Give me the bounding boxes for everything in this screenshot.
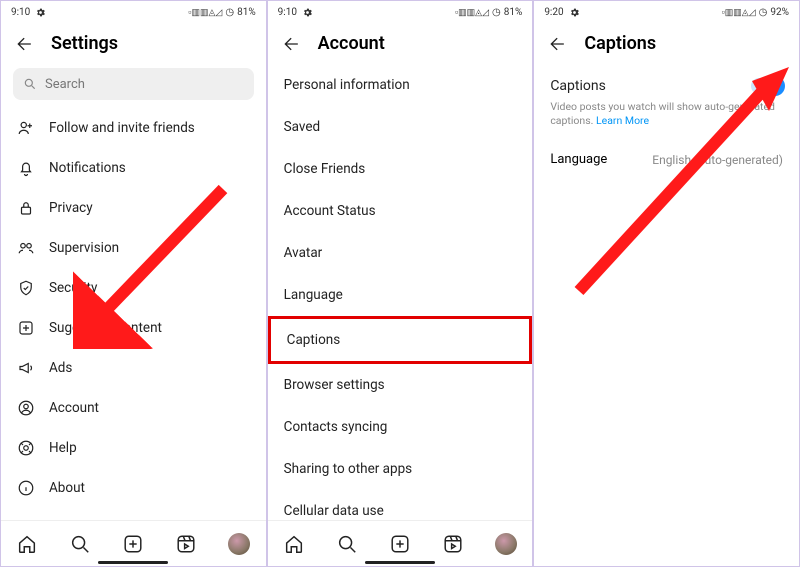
bottom-nav [268, 520, 533, 566]
megaphone-icon [17, 359, 35, 377]
gear-icon [35, 7, 46, 18]
item-cellular-data[interactable]: Cellular data use [268, 490, 533, 520]
captions-description: Video posts you watch will show auto-gen… [534, 100, 799, 142]
settings-list: Follow and invite friends Notifications … [1, 108, 266, 520]
bottom-nav [1, 520, 266, 566]
account-screen: 9:10 ▫▥▥◬◿ ◷ 81% Account Personal inform… [267, 0, 534, 567]
item-privacy[interactable]: Privacy [1, 188, 266, 228]
status-clock-icon: ◷ [225, 7, 234, 18]
gear-icon [569, 7, 580, 18]
page-title: Captions [584, 33, 656, 54]
item-ads[interactable]: Ads [1, 348, 266, 388]
item-sharing-other-apps[interactable]: Sharing to other apps [268, 448, 533, 490]
item-help[interactable]: Help [1, 428, 266, 468]
settings-screen: 9:10 ▫▥▥◬◿ ◷ 81% Settings Search Follow … [0, 0, 267, 567]
item-label: Help [49, 440, 77, 456]
nav-reels-icon[interactable] [442, 533, 464, 555]
nav-reels-icon[interactable] [175, 533, 197, 555]
item-suggested-content[interactable]: Suggested content [1, 308, 266, 348]
item-theme[interactable]: Theme [1, 508, 266, 520]
search-icon [23, 77, 37, 91]
item-label: About [49, 480, 85, 496]
status-time: 9:10 [11, 7, 30, 18]
search-input[interactable]: Search [13, 68, 254, 100]
item-captions[interactable]: Captions [268, 316, 533, 364]
account-list: Personal information Saved Close Friends… [268, 64, 533, 520]
item-about[interactable]: About [1, 468, 266, 508]
page-title: Account [318, 33, 385, 54]
people-icon [17, 239, 35, 257]
item-notifications[interactable]: Notifications [1, 148, 266, 188]
nav-profile-avatar[interactable] [495, 533, 517, 555]
nav-home-icon[interactable] [283, 533, 305, 555]
learn-more-link[interactable]: Learn More [596, 114, 649, 127]
language-label: Language [550, 152, 607, 167]
back-arrow-icon[interactable] [15, 34, 35, 54]
item-label: Account [49, 400, 99, 416]
status-battery: 81% [237, 7, 256, 18]
captions-screen: 9:20 ▫▥▥◬◿ ◷ 92% Captions Captions Video… [533, 0, 800, 567]
status-bar: 9:20 ▫▥▥◬◿ ◷ 92% [534, 1, 799, 23]
person-plus-icon [17, 119, 35, 137]
search-placeholder: Search [45, 77, 85, 92]
nav-profile-avatar[interactable] [228, 533, 250, 555]
item-label: Suggested content [49, 320, 162, 336]
gear-icon [302, 7, 313, 18]
home-indicator [98, 561, 168, 564]
item-account-status[interactable]: Account Status [268, 190, 533, 232]
item-label: Privacy [49, 200, 93, 216]
status-signal-icon: ▫▥▥◬◿ [722, 7, 756, 18]
nav-search-icon[interactable] [336, 533, 358, 555]
item-close-friends[interactable]: Close Friends [268, 148, 533, 190]
item-label: Supervision [49, 240, 119, 256]
nav-new-post-icon[interactable] [389, 533, 411, 555]
status-battery: 81% [504, 7, 523, 18]
back-arrow-icon[interactable] [548, 34, 568, 54]
status-time: 9:20 [544, 7, 563, 18]
info-icon [17, 479, 35, 497]
language-value: English (auto-generated) [652, 153, 783, 167]
help-icon [17, 439, 35, 457]
sparkle-icon [17, 319, 35, 337]
language-row[interactable]: Language English (auto-generated) [534, 142, 799, 177]
item-saved[interactable]: Saved [268, 106, 533, 148]
status-battery: 92% [770, 7, 789, 18]
lock-icon [17, 199, 35, 217]
status-signal-icon: ▫▥▥◬◿ [188, 7, 222, 18]
nav-new-post-icon[interactable] [122, 533, 144, 555]
status-clock-icon: ◷ [492, 7, 501, 18]
item-label: Security [49, 280, 97, 296]
item-contacts-syncing[interactable]: Contacts syncing [268, 406, 533, 448]
bell-icon [17, 159, 35, 177]
shield-icon [17, 279, 35, 297]
status-clock-icon: ◷ [759, 7, 768, 18]
item-label: Ads [49, 360, 72, 376]
item-avatar[interactable]: Avatar [268, 232, 533, 274]
item-account[interactable]: Account [1, 388, 266, 428]
home-indicator [365, 561, 435, 564]
account-icon [17, 399, 35, 417]
status-bar: 9:10 ▫▥▥◬◿ ◷ 81% [1, 1, 266, 23]
item-personal-information[interactable]: Personal information [268, 64, 533, 106]
nav-search-icon[interactable] [69, 533, 91, 555]
captions-toggle-label: Captions [550, 78, 606, 94]
item-language[interactable]: Language [268, 274, 533, 316]
item-supervision[interactable]: Supervision [1, 228, 266, 268]
captions-toggle[interactable] [751, 78, 783, 94]
nav-home-icon[interactable] [16, 533, 38, 555]
item-browser-settings[interactable]: Browser settings [268, 364, 533, 406]
status-bar: 9:10 ▫▥▥◬◿ ◷ 81% [268, 1, 533, 23]
item-label: Notifications [49, 160, 126, 176]
page-title: Settings [51, 33, 118, 54]
item-label: Follow and invite friends [49, 120, 195, 136]
item-follow-invite[interactable]: Follow and invite friends [1, 108, 266, 148]
status-signal-icon: ▫▥▥◬◿ [455, 7, 489, 18]
back-arrow-icon[interactable] [282, 34, 302, 54]
item-security[interactable]: Security [1, 268, 266, 308]
status-time: 9:10 [278, 7, 297, 18]
